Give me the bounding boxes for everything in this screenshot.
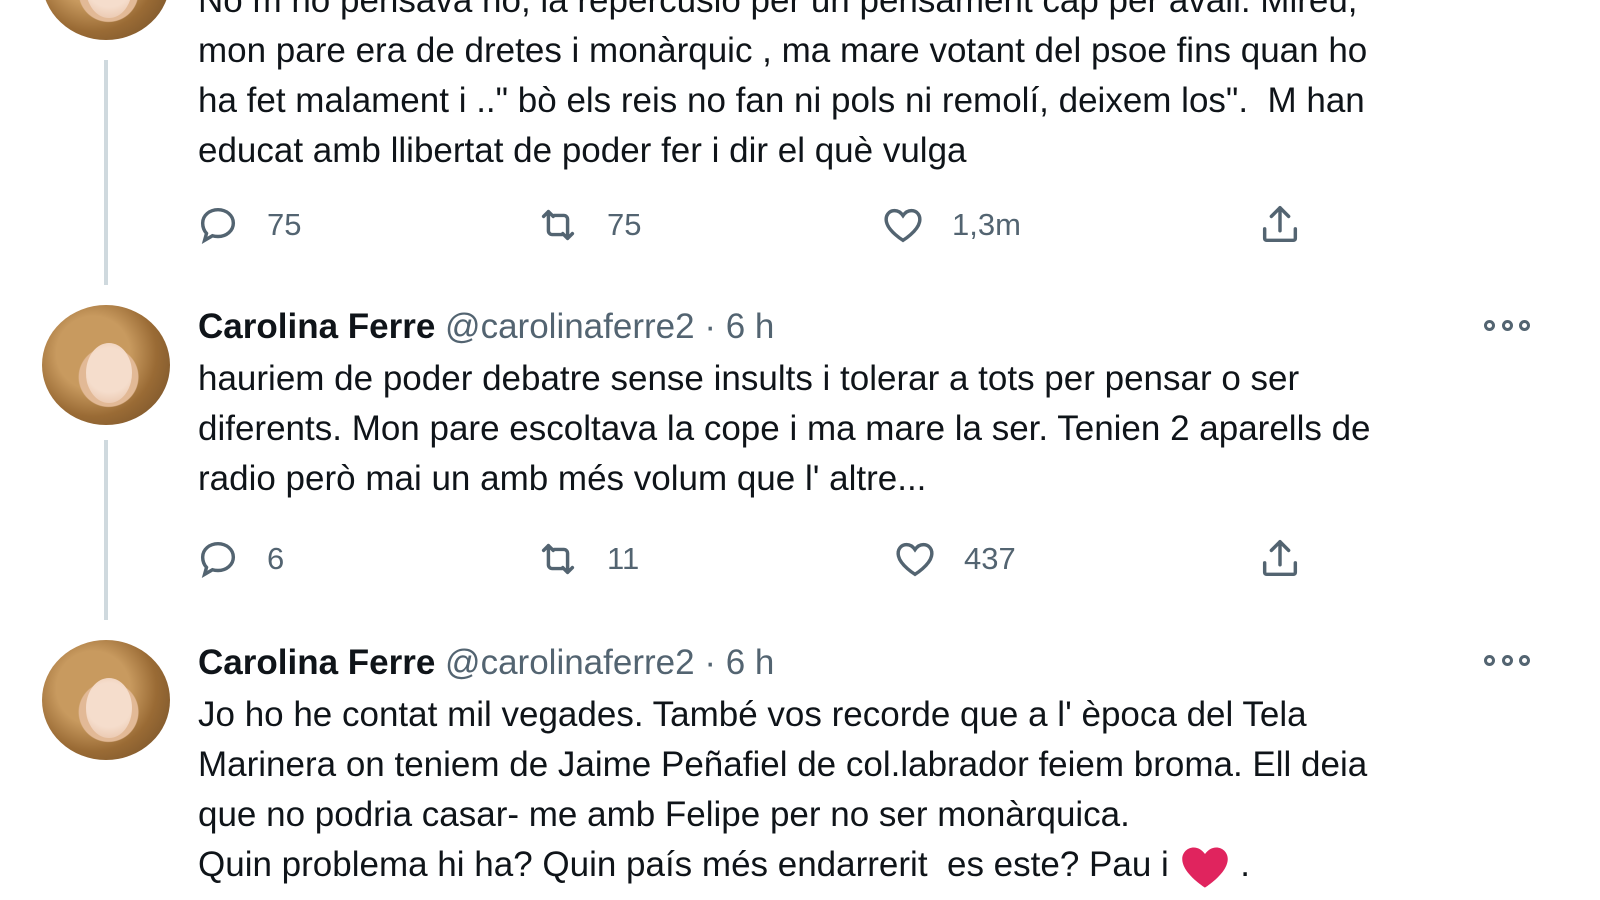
like-button[interactable]: 437 bbox=[892, 534, 1016, 584]
display-name[interactable]: Carolina Ferre bbox=[198, 643, 435, 682]
heart-emoji bbox=[1181, 847, 1228, 888]
share-icon bbox=[1262, 206, 1298, 243]
tweet-header: Carolina Ferre @carolinaferre2 · 6 h bbox=[198, 643, 1538, 683]
user-handle[interactable]: @carolinaferre2 bbox=[445, 643, 695, 682]
retweet-button[interactable]: 11 bbox=[535, 534, 639, 584]
retweet-button[interactable]: 75 bbox=[535, 200, 641, 250]
tweet-text: Jo ho he contat mil vegades. També vos r… bbox=[198, 695, 1368, 834]
reply-button[interactable]: 75 bbox=[195, 200, 301, 250]
reply-count: 75 bbox=[267, 207, 302, 242]
tweet-header: Carolina Ferre @carolinaferre2 · 6 h bbox=[198, 307, 1538, 347]
separator-dot: · bbox=[704, 643, 716, 682]
like-count: 437 bbox=[964, 541, 1016, 576]
share-icon bbox=[1262, 540, 1298, 577]
timestamp[interactable]: 6 h bbox=[726, 643, 775, 682]
like-count: 1,3m bbox=[952, 207, 1021, 242]
thread-line bbox=[104, 60, 108, 285]
retweet-icon bbox=[541, 543, 575, 575]
text-after-emoji: . bbox=[1230, 845, 1250, 884]
like-button[interactable]: 1,3m bbox=[880, 200, 1021, 250]
separator-dot: · bbox=[704, 307, 716, 346]
reply-button[interactable]: 6 bbox=[195, 534, 284, 584]
avatar[interactable] bbox=[42, 640, 170, 760]
avatar[interactable] bbox=[42, 0, 170, 40]
reply-icon bbox=[200, 541, 236, 578]
avatar[interactable] bbox=[42, 305, 170, 425]
tweet-text-last-line: Quin problema hi ha? Quin país més endar… bbox=[198, 840, 1538, 890]
reply-icon bbox=[200, 207, 236, 244]
reply-count: 6 bbox=[267, 541, 285, 576]
tweet-text: No m no pensava no, la repercusió per un… bbox=[198, 0, 1368, 170]
display-name[interactable]: Carolina Ferre bbox=[198, 307, 435, 346]
retweet-icon bbox=[541, 209, 575, 241]
like-icon bbox=[884, 208, 922, 243]
more-icon[interactable] bbox=[1484, 318, 1530, 332]
share-button[interactable] bbox=[1257, 534, 1329, 584]
like-icon bbox=[896, 542, 934, 577]
retweet-count: 75 bbox=[607, 207, 642, 242]
share-button[interactable] bbox=[1257, 200, 1329, 250]
user-handle[interactable]: @carolinaferre2 bbox=[445, 307, 695, 346]
retweet-count: 11 bbox=[607, 541, 640, 576]
tweet-text: hauriem de poder debatre sense insults i… bbox=[198, 359, 1371, 498]
more-icon[interactable] bbox=[1484, 653, 1530, 667]
timestamp[interactable]: 6 h bbox=[726, 307, 775, 346]
text-before-emoji: Quin problema hi ha? Quin país més endar… bbox=[198, 845, 1179, 884]
thread-line bbox=[104, 440, 108, 620]
